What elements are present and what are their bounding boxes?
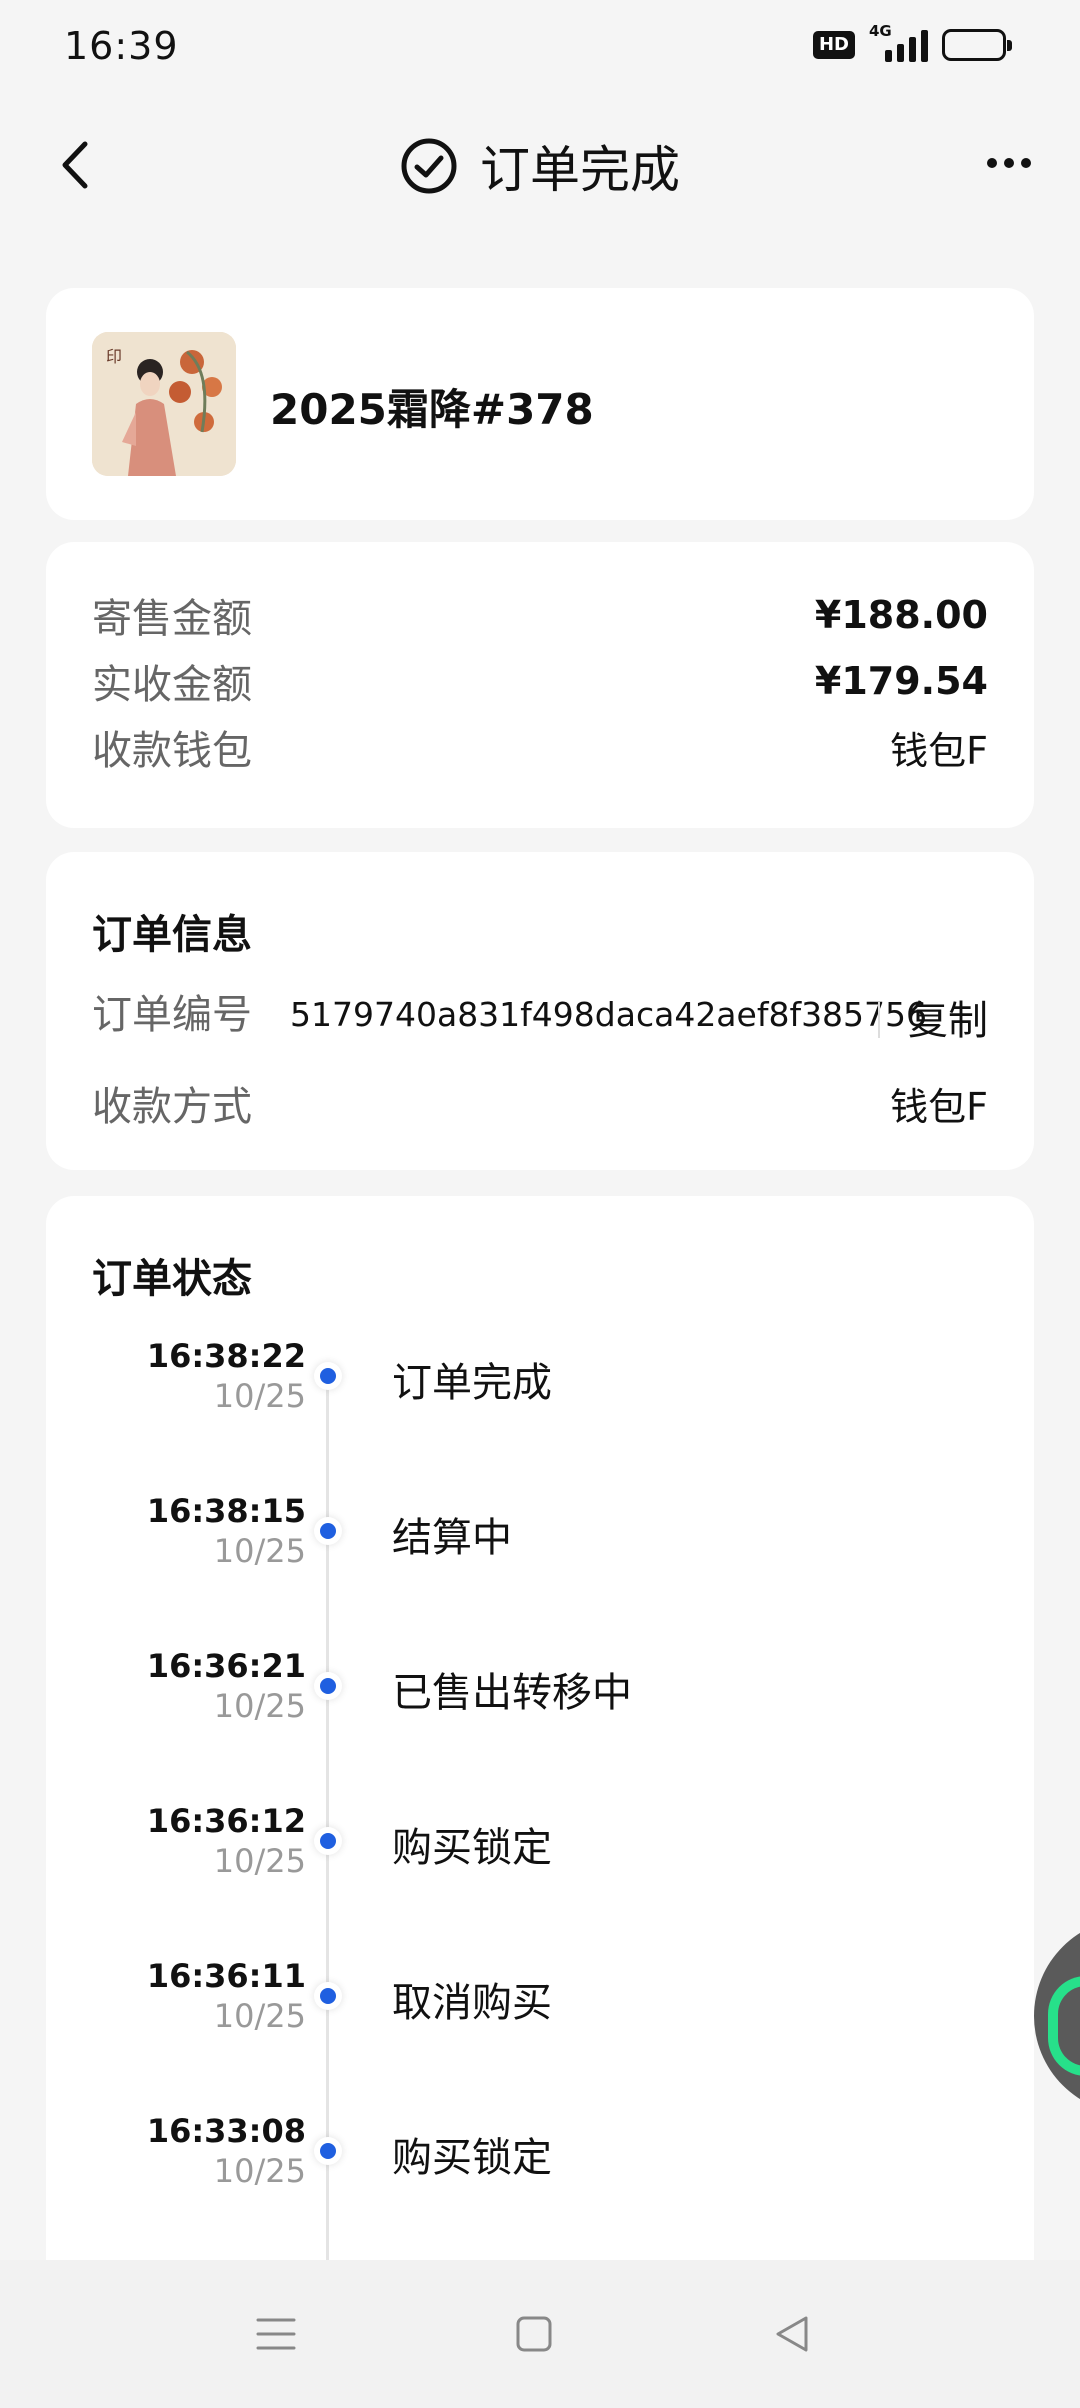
timeline-label: 结算中 (392, 1515, 512, 1561)
timeline-label: 订单完成 (392, 1360, 552, 1406)
timeline-date-value: 10/25 (213, 2152, 306, 2190)
timeline-time-value: 16:36:21 (146, 1647, 306, 1685)
timeline-time: 16:36:21 10/25 (147, 1646, 306, 1726)
timeline-item: 16:36:21 10/25 已售出转移中 (46, 1646, 1034, 1746)
timeline-time: 16:36:12 10/25 (147, 1801, 306, 1881)
timeline-time: 16:36:11 10/25 (147, 1956, 306, 2036)
more-dot-icon (987, 158, 997, 168)
timeline-time-value: 16:38:15 (146, 1492, 306, 1530)
amount-row: 寄售金额 ¥188.00 (92, 586, 988, 644)
timeline-dot-icon (314, 1517, 342, 1545)
home-nav-button[interactable] (504, 2304, 564, 2364)
timeline-item: 16:38:22 10/25 订单完成 (46, 1336, 1034, 1436)
timeline-dot-icon (314, 2137, 342, 2165)
system-nav-bar (0, 2260, 1080, 2408)
amount-card: 寄售金额 ¥188.00 实收金额 ¥179.54 收款钱包 钱包F (46, 542, 1034, 828)
timeline-time: 16:38:22 10/25 (147, 1336, 306, 1416)
timeline-date-value: 10/25 (213, 1997, 306, 2035)
hd-icon: HD (812, 31, 855, 59)
timeline-label: 已售出转移中 (392, 1670, 632, 1716)
timeline-item: 16:36:12 10/25 购买锁定 (46, 1801, 1034, 1901)
more-dot-icon (1021, 158, 1031, 168)
payment-method-label: 收款方式 (92, 1084, 252, 1130)
network-type: 4G (869, 22, 892, 40)
timeline-time: 16:38:15 10/25 (147, 1491, 306, 1571)
amount-row: 实收金额 ¥179.54 (92, 652, 988, 710)
order-status-card: 订单状态 16:38:22 10/25 订单完成 16:38:15 10/25 … (46, 1196, 1034, 2260)
timeline-label: 取消购买 (392, 1980, 552, 2026)
status-icons: HD 4G (812, 22, 1012, 62)
divider (878, 1002, 880, 1038)
timeline-item: 16:38:15 10/25 结算中 (46, 1491, 1034, 1591)
battery-icon (942, 29, 1012, 61)
order-info-title: 订单信息 (92, 912, 252, 958)
timeline-dot-icon (314, 1827, 342, 1855)
product-card[interactable]: 印 2025霜降#378 (46, 288, 1034, 520)
product-thumbnail: 印 (92, 332, 236, 476)
order-info-card: 订单信息 订单编号 5179740a831f498daca42aef8f3857… (46, 852, 1034, 1170)
received-amount-label: 实收金额 (92, 662, 252, 708)
floating-assistant-button[interactable] (1034, 1918, 1080, 2114)
timeline-item: 16:33:08 10/25 购买锁定 (46, 2111, 1034, 2211)
menu-nav-button[interactable] (246, 2304, 306, 2364)
more-dot-icon (1004, 158, 1014, 168)
payment-method-value: 钱包F (890, 1084, 988, 1129)
status-bar: 16:39 HD 4G (0, 0, 1080, 96)
svg-text:印: 印 (106, 347, 122, 366)
timeline-date-value: 10/25 (213, 1842, 306, 1880)
timeline-time-value: 16:36:11 (146, 1957, 306, 1995)
timeline-time-value: 16:33:08 (146, 2112, 306, 2150)
wallet-label: 收款钱包 (92, 728, 252, 774)
wallet-value: 钱包F (890, 728, 988, 773)
order-no-label: 订单编号 (92, 992, 252, 1038)
header-title-group: 订单完成 (0, 130, 1080, 202)
timeline-date-value: 10/25 (213, 1377, 306, 1415)
header: 订单完成 (0, 110, 1080, 220)
timeline-date-value: 10/25 (213, 1532, 306, 1570)
order-no-value: 5179740a831f498daca42aef8f385756 (290, 995, 928, 1034)
timeline-date-value: 10/25 (213, 1687, 306, 1725)
consign-amount-value: ¥188.00 (814, 593, 988, 637)
square-home-icon (516, 2316, 552, 2352)
payment-row: 收款方式 钱包F (92, 1074, 988, 1132)
product-name: 2025霜降#378 (270, 385, 594, 434)
timeline-time-value: 16:38:22 (146, 1337, 306, 1375)
back-nav-button[interactable] (762, 2304, 822, 2364)
timeline-dot-icon (314, 1982, 342, 2010)
status-time: 16:39 (64, 24, 179, 68)
timeline-item: 16:36:11 10/25 取消购买 (46, 1956, 1034, 2056)
signal-icon: 4G (869, 22, 928, 62)
received-amount-value: ¥179.54 (814, 659, 988, 703)
menu-icon (256, 2318, 296, 2350)
consign-amount-label: 寄售金额 (92, 596, 252, 642)
check-circle-icon (401, 138, 457, 194)
page-title: 订单完成 (480, 141, 680, 199)
timeline-dot-icon (314, 1362, 342, 1390)
triangle-back-icon (776, 2316, 808, 2352)
order-status-title: 订单状态 (92, 1256, 252, 1302)
timeline-dot-icon (314, 1672, 342, 1700)
amount-row: 收款钱包 钱包F (92, 718, 988, 776)
copy-button[interactable]: 复制 (908, 988, 988, 1046)
timeline-time-value: 16:36:12 (146, 1802, 306, 1840)
more-options-button[interactable] (974, 138, 1044, 188)
timeline-time: 16:33:08 10/25 (147, 2111, 306, 2191)
timeline-label: 购买锁定 (392, 1825, 552, 1871)
timeline-label: 购买锁定 (392, 2135, 552, 2181)
